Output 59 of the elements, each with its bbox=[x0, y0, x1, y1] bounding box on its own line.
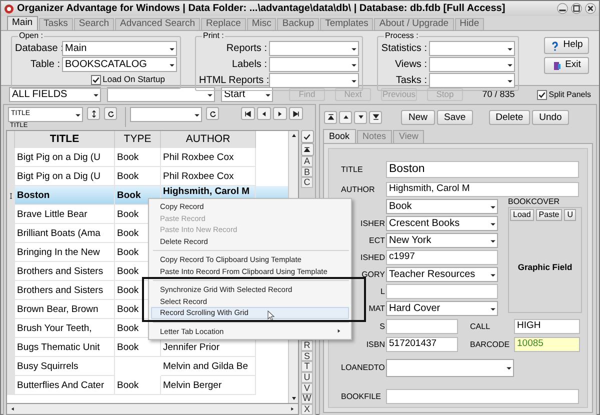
table-cell: Brave Little Bear bbox=[17, 208, 88, 220]
field-label: ISBN bbox=[366, 338, 385, 350]
table-cell: Phil Roxbee Cox bbox=[163, 170, 234, 182]
field-label: Reports : bbox=[225, 42, 267, 56]
table-cell: Busy Squirrels bbox=[17, 360, 78, 372]
table-cell: Brothers and Sisters bbox=[17, 266, 104, 276]
table-cell: Butterflies And Cater bbox=[17, 380, 104, 390]
table-cell: Jennifer Prior bbox=[163, 342, 220, 352]
table-cell: Phil Roxbee Cox bbox=[163, 152, 234, 162]
field-label: ISHED bbox=[360, 252, 385, 264]
group-label: Print : bbox=[202, 31, 225, 41]
table-cell: Book bbox=[117, 170, 139, 182]
table-cell: Bigt Pig on a Dig (U bbox=[17, 170, 100, 182]
checkbox-label: Load On Startup bbox=[102, 73, 165, 86]
table-cell: Brown Bear, Brown bbox=[17, 304, 98, 314]
field-label: Tasks : bbox=[394, 74, 427, 88]
table-cell: Book bbox=[117, 380, 139, 390]
table-cell: Brush Your Teeth, bbox=[17, 322, 92, 334]
field-label: BARCODE bbox=[470, 338, 510, 350]
table-cell: Brothers and Sisters bbox=[17, 284, 104, 296]
checkbox-label: Split Panels bbox=[548, 88, 591, 100]
table-cell: Book bbox=[117, 228, 139, 238]
field-label: Statistics : bbox=[381, 42, 427, 56]
field-label: MAT bbox=[368, 302, 385, 314]
window-title: Organizer Advantage for Windows | Data Folder: ...\advantage\data\db\ | Database: db.fdb [Full Access] bbox=[17, 2, 506, 16]
field-label: ISHER bbox=[360, 218, 385, 230]
field-label: ECT bbox=[369, 234, 385, 246]
table-cell: Melvin and Gilda Be bbox=[163, 360, 248, 372]
table-cell: Boston bbox=[17, 190, 50, 200]
table-cell: Brilliant Boats (Ama bbox=[17, 228, 100, 238]
table-cell: Highsmith, Carol M bbox=[163, 186, 250, 197]
table-cell: Book bbox=[117, 322, 139, 334]
field-label: BOOKCOVER bbox=[508, 197, 561, 207]
table-cell: Book bbox=[117, 284, 139, 296]
group-label: Open : bbox=[18, 31, 44, 41]
field-label: Views : bbox=[394, 58, 427, 72]
group-label: Process : bbox=[384, 31, 420, 41]
table-cell: Bigt Pig on a Dig (U bbox=[17, 152, 100, 162]
field-label: Labels : bbox=[230, 58, 267, 72]
table-cell: Bringing In the New bbox=[17, 246, 100, 258]
table-cell: Book bbox=[117, 152, 139, 162]
table-cell: Book bbox=[117, 342, 139, 352]
table-cell: Book bbox=[117, 266, 139, 276]
table-cell: Book bbox=[117, 208, 139, 220]
field-label: LOANEDTO bbox=[341, 362, 385, 374]
field-label: GORY bbox=[362, 268, 385, 280]
table-cell: Book bbox=[117, 304, 139, 314]
table-cell: Book bbox=[117, 246, 139, 258]
field-label: TITLE bbox=[341, 164, 363, 176]
field-label: AUTHOR bbox=[341, 184, 375, 196]
table-cell: Bugs Thematic Unit bbox=[17, 342, 100, 352]
table-cell: Book bbox=[117, 190, 141, 200]
table-cell: Melvin Berger bbox=[163, 380, 222, 390]
field-label: BOOKFILE bbox=[341, 390, 382, 402]
field-label: S bbox=[380, 320, 385, 332]
field-label: L bbox=[380, 286, 385, 298]
field-label: Table : bbox=[30, 58, 60, 72]
field-label: HTML Reports : bbox=[199, 74, 267, 88]
field-label: CALL bbox=[470, 320, 490, 332]
